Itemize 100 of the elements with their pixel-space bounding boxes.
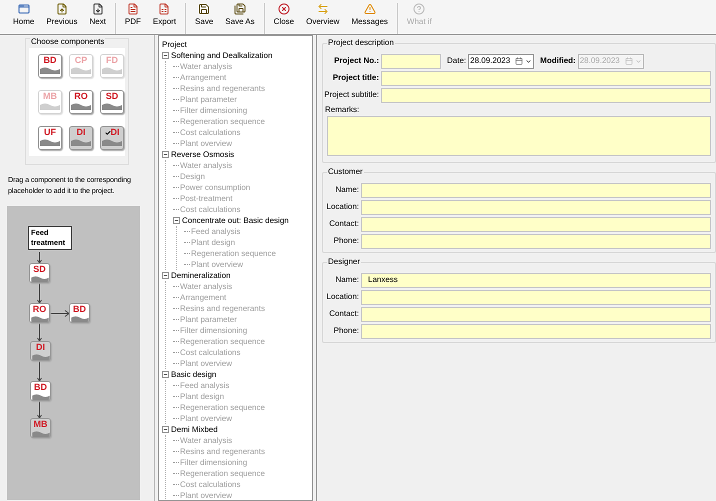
input-field[interactable] <box>361 182 711 198</box>
tree-item[interactable]: Water analysis <box>180 160 232 171</box>
tree-item[interactable]: Cost calculations <box>180 347 240 358</box>
component-tile[interactable]: RO <box>29 303 50 323</box>
input-field[interactable] <box>361 290 711 304</box>
tree-item[interactable]: Plant overview <box>180 413 232 424</box>
tree-item[interactable]: Regeneration sequence <box>180 402 265 413</box>
wave-icon <box>30 315 49 322</box>
component-tile[interactable]: MB <box>30 418 51 438</box>
tree-item[interactable]: Post-treatment <box>180 193 232 204</box>
remarks-field[interactable] <box>327 116 711 156</box>
tree-root[interactable]: Project <box>162 39 309 50</box>
tree-item[interactable]: Plant parameter <box>180 314 237 325</box>
component-tile[interactable]: BD <box>69 303 90 323</box>
close-icon <box>278 3 290 15</box>
tree-item[interactable]: Plant design <box>191 237 236 248</box>
tree-item[interactable]: Feed analysis <box>180 380 230 391</box>
tree-item[interactable]: Plant overview <box>191 259 244 270</box>
input-field[interactable]: Lanxess <box>361 272 711 288</box>
tree-item[interactable]: Regeneration sequence <box>180 468 265 479</box>
tree-item[interactable]: Filter dimensioning <box>180 325 248 336</box>
tree-item[interactable]: Filter dimensioning <box>180 457 248 468</box>
collapse-icon[interactable] <box>162 151 169 158</box>
toolbar-button[interactable]: PDF <box>120 3 146 34</box>
group-title: Customer <box>327 167 364 177</box>
component-tile[interactable]: DI <box>69 126 93 150</box>
input-field[interactable] <box>361 216 711 232</box>
tree-item[interactable]: Cost calculations <box>180 204 240 215</box>
tree-item[interactable]: Plant overview <box>180 490 232 500</box>
tree-item[interactable]: Regeneration sequence <box>180 336 265 347</box>
component-tile[interactable]: DI <box>30 341 51 361</box>
field-label: Name: <box>334 184 359 196</box>
tree-item[interactable]: Resins and regenerants <box>180 83 265 94</box>
tree-item[interactable]: Regeneration sequence <box>180 116 265 127</box>
tree-item[interactable]: Water analysis <box>180 61 232 72</box>
tree-item[interactable]: Filter dimensioning <box>180 105 248 116</box>
tree-group[interactable]: Demineralization <box>171 270 231 281</box>
toolbar-button[interactable]: Close <box>268 3 300 34</box>
component-tile[interactable]: BD <box>30 381 51 401</box>
tile-label: SD <box>106 91 118 102</box>
tree-item[interactable]: Plant parameter <box>180 94 237 105</box>
toolbar-button[interactable]: Home <box>8 3 40 34</box>
toolbar-button[interactable]: Messages <box>346 3 393 34</box>
field-label: Modified: <box>540 55 576 67</box>
wave-icon <box>30 275 49 282</box>
tree-group[interactable]: Reverse Osmosis <box>171 149 234 160</box>
component-tile[interactable]: RO <box>69 90 93 114</box>
tile-label: SD <box>33 264 46 275</box>
component-tile[interactable]: BD <box>38 54 62 78</box>
input-field[interactable] <box>381 88 711 102</box>
toolbar-button[interactable]: Next <box>84 3 111 34</box>
tree-item[interactable]: Arrangement <box>180 292 226 303</box>
tree-item[interactable]: Water analysis <box>180 435 232 446</box>
input-field[interactable] <box>361 324 711 338</box>
tree-item[interactable]: Cost calculations <box>180 479 240 490</box>
component-tile[interactable]: SD <box>29 263 50 283</box>
tree-item[interactable]: Plant design <box>180 391 224 402</box>
arrow <box>37 401 42 418</box>
collapse-icon[interactable] <box>173 217 180 224</box>
caret-icon <box>634 58 642 64</box>
tree-item[interactable]: Design <box>180 171 205 182</box>
field-label: Date: <box>447 55 466 67</box>
input-field[interactable] <box>361 234 711 248</box>
tile-label: FD <box>106 55 118 66</box>
tree-item[interactable]: Plant overview <box>180 138 232 149</box>
tree-item[interactable]: Feed analysis <box>191 226 240 237</box>
tree-item[interactable]: Water analysis <box>180 281 232 292</box>
toolbar-button[interactable]: Save <box>190 3 218 34</box>
tree-item[interactable]: Resins and regenerants <box>180 446 265 457</box>
toolbar-button[interactable]: Overview <box>301 3 344 34</box>
group-title: Designer <box>327 257 362 267</box>
component-tile[interactable]: SD <box>100 90 124 114</box>
tree-group[interactable]: Demi Mixbed <box>171 424 218 435</box>
field-label: Project No.: <box>333 55 379 67</box>
input-field[interactable] <box>381 70 711 86</box>
component-tile[interactable]: DI <box>100 126 124 150</box>
date-picker[interactable]: 28.09.2023 <box>468 54 534 68</box>
tree-group[interactable]: Softening and Dealkalization <box>171 50 272 61</box>
tree-group[interactable]: Basic design <box>171 369 216 380</box>
input-field[interactable] <box>361 306 711 322</box>
component-tile[interactable]: UF <box>38 126 62 150</box>
tile-label: CP <box>74 55 88 66</box>
input-field[interactable] <box>361 200 711 214</box>
tree-item[interactable]: Plant overview <box>180 358 232 369</box>
tree-item[interactable]: Resins and regenerants <box>180 303 265 314</box>
toolbar-button[interactable]: Previous <box>41 3 82 34</box>
toolbar-button[interactable]: Save As <box>220 3 260 34</box>
tree-group[interactable]: Concentrate out: Basic design <box>182 215 289 226</box>
tree-item[interactable]: Power consumption <box>180 182 250 193</box>
toolbar-button[interactable]: Export <box>148 3 182 34</box>
tree-item[interactable]: Cost calculations <box>180 127 240 138</box>
input-field[interactable] <box>381 54 441 68</box>
window-icon <box>18 3 30 15</box>
date-picker[interactable]: 28.09.2023 <box>578 54 644 68</box>
collapse-icon[interactable] <box>162 272 169 279</box>
collapse-icon[interactable] <box>162 52 169 59</box>
tree-item[interactable]: Regeneration sequence <box>191 248 276 259</box>
collapse-icon[interactable] <box>162 426 169 433</box>
collapse-icon[interactable] <box>162 371 169 378</box>
tree-item[interactable]: Arrangement <box>180 72 226 83</box>
